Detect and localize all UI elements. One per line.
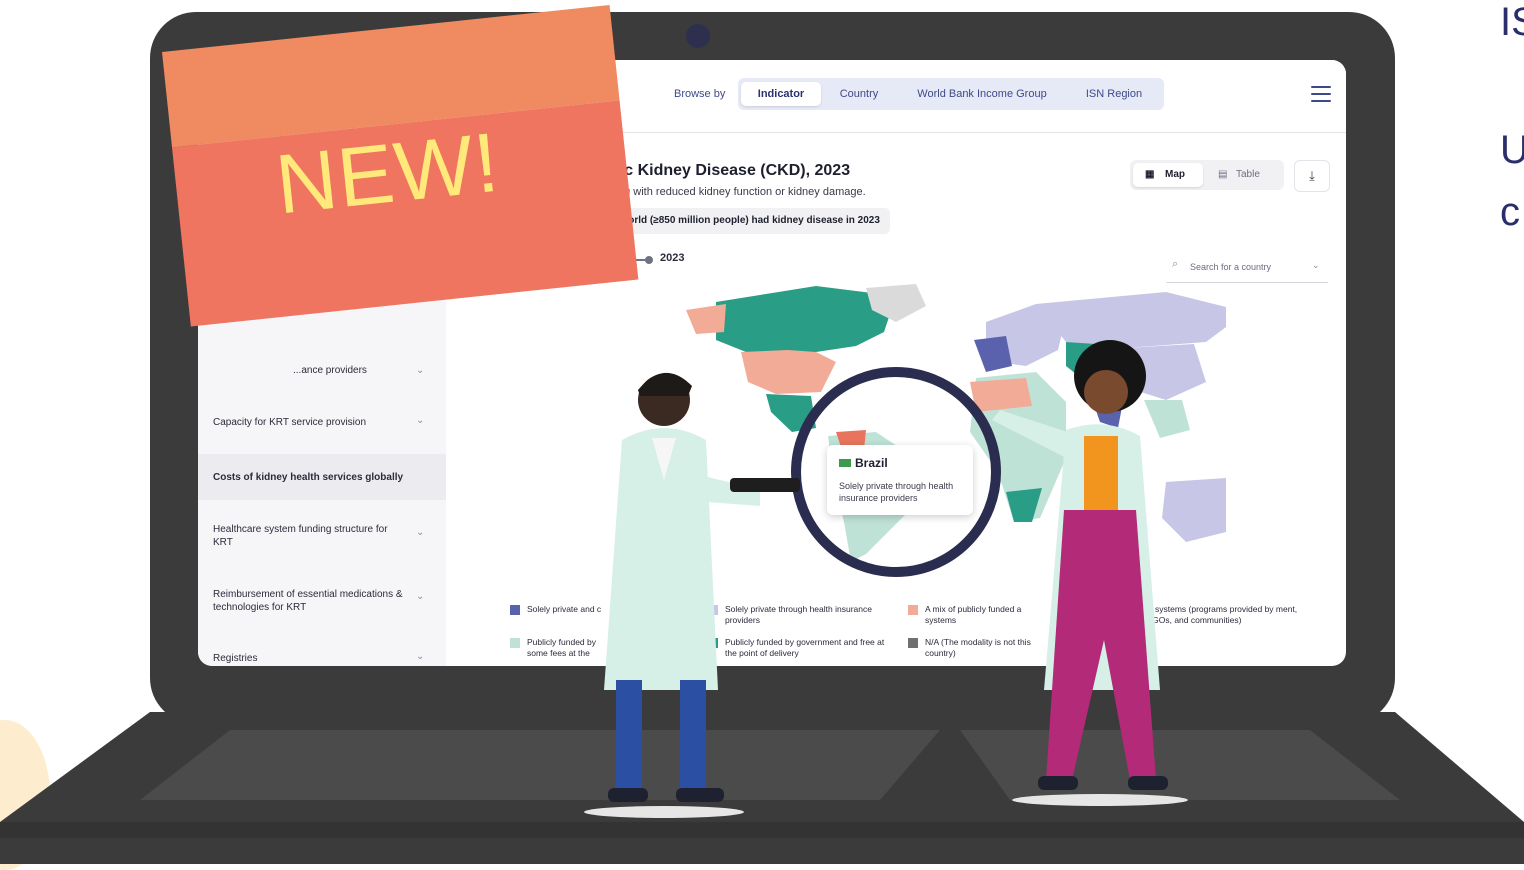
browse-tabs: Indicator Country World Bank Income Grou… xyxy=(738,78,1164,110)
edge-text-line3: c xyxy=(1500,190,1520,234)
edge-text-line1: IS xyxy=(1500,0,1524,44)
legend-swatch xyxy=(908,638,918,648)
country-search[interactable]: ⌕ Search for a country ⌄ xyxy=(1166,252,1328,283)
sidebar-item-registries[interactable]: Registries ⌄ xyxy=(198,646,446,666)
sidebar-item-label: ...ance providers xyxy=(293,365,367,376)
sidebar-item-insurance-providers[interactable]: ...ance providers ⌄ xyxy=(198,360,446,380)
sidebar-item-label: Registries xyxy=(213,653,258,664)
scientist-left-illustration xyxy=(584,372,800,818)
indicator-title: ronic Kidney Disease (CKD), 2023 xyxy=(594,162,851,179)
chevron-down-icon: ⌄ xyxy=(416,365,425,376)
tab-country[interactable]: Country xyxy=(826,82,892,106)
sidebar-item-reimbursement[interactable]: Reimbursement of essential medications &… xyxy=(198,578,446,618)
map-icon: ▦ xyxy=(1145,169,1155,180)
browse-by-label: Browse by xyxy=(674,88,726,100)
table-view-button[interactable]: ▤ Table xyxy=(1210,163,1280,187)
chevron-down-icon: ⌄ xyxy=(416,591,425,602)
timeline-handle[interactable] xyxy=(645,256,653,264)
map-region-alaska xyxy=(686,304,726,334)
chevron-down-icon: ⌄ xyxy=(416,415,425,426)
camera-icon xyxy=(686,24,710,48)
legend-swatch xyxy=(510,638,520,648)
edge-text-line2: U xyxy=(1500,128,1524,172)
search-placeholder: Search for a country xyxy=(1190,262,1272,272)
tooltip-country: Brazil xyxy=(855,456,888,470)
tab-world-bank-income-group[interactable]: World Bank Income Group xyxy=(902,82,1062,106)
download-icon: ⤓ xyxy=(1309,168,1315,183)
chevron-down-icon: ⌄ xyxy=(416,527,425,538)
sidebar-item-label: Costs of kidney health services globally xyxy=(213,472,404,483)
chevron-down-icon: ⌄ xyxy=(1312,260,1320,270)
menu-icon[interactable] xyxy=(1311,86,1331,102)
indicator-subtitle: n living with reduced kidney function or… xyxy=(596,186,866,198)
tab-isn-region[interactable]: ISN Region xyxy=(1074,82,1154,106)
new-banner: NEW! xyxy=(162,4,639,327)
chevron-down-icon: ⌄ xyxy=(416,651,425,662)
legend-swatch xyxy=(908,605,918,615)
indicator-highlight: he world (≥850 million people) had kidne… xyxy=(594,208,890,234)
brazil-flag-icon xyxy=(839,459,851,467)
tab-indicator[interactable]: Indicator xyxy=(741,82,821,106)
table-view-label: Table xyxy=(1236,169,1260,180)
legend-swatch xyxy=(510,605,520,615)
sidebar-item-capacity[interactable]: Capacity for KRT service provision ⌄ xyxy=(198,406,446,442)
timeline-year: 2023 xyxy=(660,252,685,264)
sidebar-item-costs[interactable]: Costs of kidney health services globally xyxy=(198,454,446,500)
view-toggle: ▦ Map ▤ Table xyxy=(1130,160,1284,190)
map-view-button[interactable]: ▦ Map xyxy=(1133,163,1203,187)
sidebar-item-label: Healthcare system funding structure for … xyxy=(213,524,388,548)
map-view-label: Map xyxy=(1165,169,1185,180)
scientist-right-illustration xyxy=(992,340,1188,806)
search-icon: ⌕ xyxy=(1172,258,1179,270)
country-tooltip: Brazil Solely private through health ins… xyxy=(827,445,973,515)
table-icon: ▤ xyxy=(1218,169,1228,180)
download-button[interactable]: ⤓ xyxy=(1294,160,1330,192)
sidebar-item-label: Capacity for KRT service provision xyxy=(213,417,367,428)
sidebar-item-funding-structure[interactable]: Healthcare system funding structure for … xyxy=(198,512,446,552)
sidebar-item-label: Reimbursement of essential medications &… xyxy=(213,589,403,613)
tooltip-description: Solely private through health insurance … xyxy=(839,481,954,503)
